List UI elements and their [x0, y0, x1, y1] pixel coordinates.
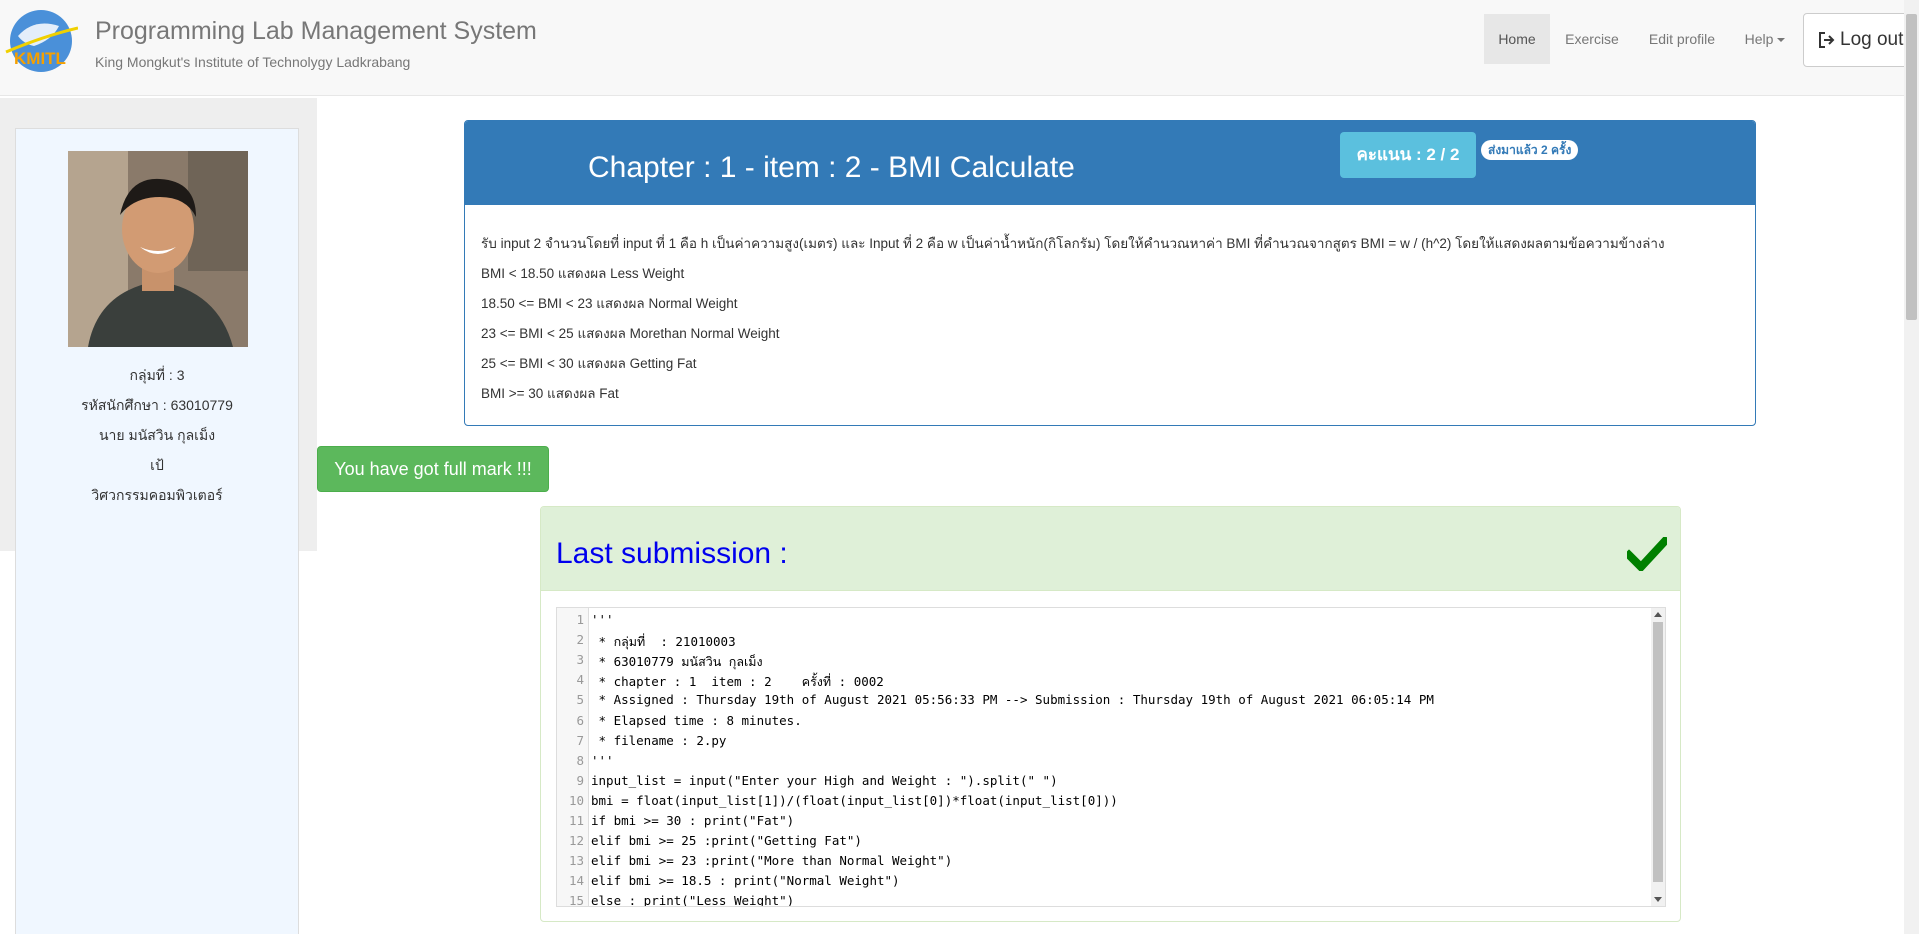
- code-line: * กลุ่มที่ : 21010003: [591, 634, 736, 650]
- editor-scrollbar[interactable]: [1651, 608, 1665, 906]
- exercise-panel: Chapter : 1 - item : 2 - BMI Calculate ค…: [464, 120, 1756, 426]
- code-line: else : print("Less Weight"): [591, 893, 795, 907]
- line-number: 9: [576, 772, 584, 788]
- code-line: bmi = float(input_list[1])/(float(input_…: [591, 792, 1118, 808]
- nav-exercise[interactable]: Exercise: [1556, 14, 1628, 64]
- logout-icon: [1819, 31, 1835, 48]
- logout-button[interactable]: Log out: [1803, 13, 1913, 67]
- code-line: elif bmi >= 18.5 : print("Normal Weight"…: [591, 873, 900, 889]
- bmi-rule-normal-weight: 18.50 <= BMI < 23 แสดงผล Normal Weight: [481, 296, 738, 311]
- kmitl-logo[interactable]: KMITL: [4, 6, 78, 76]
- line-number: 4: [576, 672, 584, 688]
- line-number: 6: [576, 712, 584, 728]
- code-line: ''': [591, 612, 614, 627]
- line-number-gutter: 1 2 3 4 5 6 7 8 9 10 11 12 13 14 15: [557, 608, 589, 906]
- line-number: 11: [568, 813, 584, 828]
- group-number: กลุ่มที่ : 3: [129, 367, 185, 383]
- scroll-down-arrow-icon[interactable]: [1654, 897, 1662, 902]
- editor-scrollbar-thumb[interactable]: [1653, 622, 1663, 882]
- student-department: วิศวกรรมคอมพิวเตอร์: [91, 487, 223, 503]
- line-number: 14: [568, 873, 584, 889]
- bmi-rule-getting-fat: 25 <= BMI < 30 แสดงผล Getting Fat: [481, 356, 697, 371]
- line-number: 5: [576, 692, 584, 708]
- line-number: 10: [568, 792, 584, 808]
- line-number: 15: [568, 893, 584, 907]
- code-line: if bmi >= 30 : print("Fat"): [591, 813, 795, 828]
- nav-edit-profile[interactable]: Edit profile: [1640, 14, 1724, 64]
- code-line: * filename : 2.py: [591, 732, 727, 748]
- navbar: KMITL Programming Lab Management System …: [0, 0, 1913, 96]
- code-line: elif bmi >= 25 :print("Getting Fat"): [591, 833, 862, 849]
- exercise-description: รับ input 2 จำนวนโดยที่ input ที่ 1 คือ …: [481, 236, 1665, 251]
- check-icon: [1627, 537, 1667, 571]
- line-number: 12: [568, 833, 584, 849]
- page-scrollbar-thumb[interactable]: [1906, 14, 1917, 320]
- page-scrollbar[interactable]: [1904, 0, 1919, 934]
- app-title: Programming Lab Management System: [95, 17, 537, 45]
- line-number: 7: [576, 732, 584, 748]
- line-number: 13: [568, 853, 584, 869]
- exercise-title: Chapter : 1 - item : 2 - BMI Calculate: [588, 151, 1075, 184]
- exercise-panel-header: Chapter : 1 - item : 2 - BMI Calculate ค…: [465, 121, 1755, 205]
- submission-title: Last submission :: [556, 537, 788, 570]
- code-line: * Assigned : Thursday 19th of August 202…: [591, 692, 1434, 708]
- line-number: 1: [576, 612, 584, 627]
- student-name: นาย มนัสวิน กุลเม็ง: [98, 427, 216, 443]
- line-number: 2: [576, 632, 584, 648]
- bmi-rule-fat: BMI >= 30 แสดงผล Fat: [481, 386, 619, 401]
- avatar: [68, 151, 248, 347]
- full-mark-alert: You have got full mark !!!: [317, 446, 549, 492]
- logout-label: Log out: [1840, 29, 1904, 50]
- score-badge: คะแนน : 2 / 2: [1340, 132, 1476, 178]
- code-line: elif bmi >= 23 :print("More than Normal …: [591, 853, 953, 869]
- caret-down-icon: [1777, 38, 1786, 43]
- nav-help[interactable]: Help: [1736, 14, 1794, 64]
- app-subtitle: King Mongkut's Institute of Technolygy L…: [95, 54, 411, 70]
- submission-header: Last submission :: [541, 507, 1680, 591]
- nav-help-label: Help: [1744, 31, 1774, 47]
- nav-home[interactable]: Home: [1484, 14, 1550, 64]
- bmi-rule-less-weight: BMI < 18.50 แสดงผล Less Weight: [481, 266, 685, 281]
- code-line: input_list = input("Enter your High and …: [591, 772, 1058, 788]
- submission-panel: Last submission : 1 2 3 4 5 6 7 8 9 10 11 12 13 14 15 …: [540, 506, 1681, 922]
- student-id: รหัสนักศึกษา : 63010779: [81, 397, 233, 413]
- line-number: 8: [576, 752, 584, 768]
- bmi-rule-morethan-normal: 23 <= BMI < 25 แสดงผล Morethan Normal We…: [481, 326, 780, 341]
- submission-count-badge: ส่งมาแล้ว 2 ครั้ง: [1481, 140, 1579, 160]
- code-line: * Elapsed time : 8 minutes.: [591, 712, 802, 728]
- line-number: 3: [576, 652, 584, 668]
- logo-text: KMITL: [14, 49, 66, 68]
- code-line: * 63010779 มนัสวิน กุลเม็ง: [591, 654, 763, 670]
- scroll-up-arrow-icon[interactable]: [1654, 612, 1662, 617]
- code-editor[interactable]: 1 2 3 4 5 6 7 8 9 10 11 12 13 14 15 ''' * กลุ่มที่ : 2…: [556, 607, 1666, 907]
- student-nickname: เป้: [150, 457, 164, 473]
- code-line: * chapter : 1 item : 2 ครั้งที่ : 0002: [591, 674, 884, 690]
- code-line: ''': [591, 752, 614, 768]
- profile-card: กลุ่มที่ : 3 รหัสนักศึกษา : 63010779 นาย…: [15, 128, 299, 934]
